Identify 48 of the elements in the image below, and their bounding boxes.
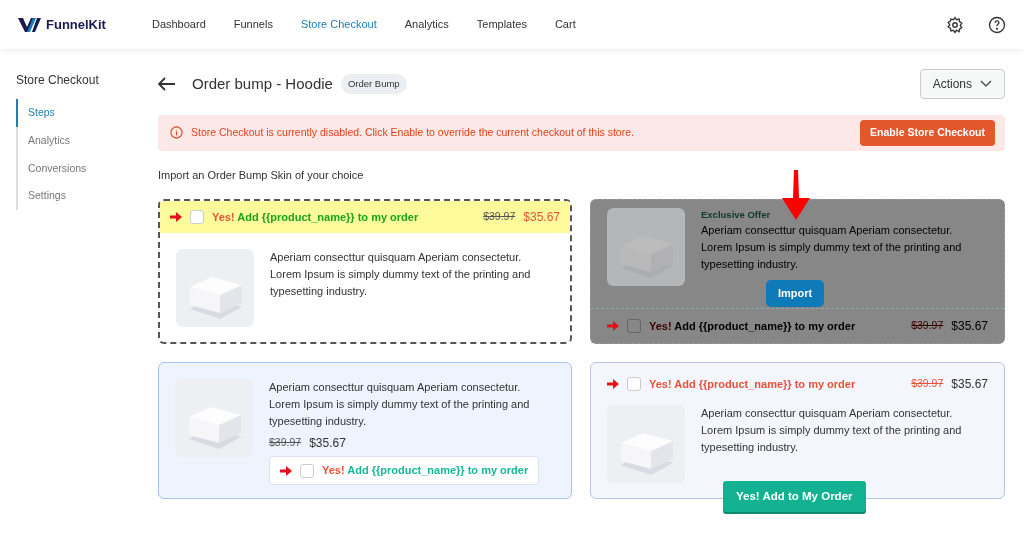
product-description: Aperiam consecttur quisquam Aperiam consectetur. Lorem Ipsum is simply dummy text of the printing and typesetting industry. — [269, 380, 531, 430]
import-button[interactable]: Import — [766, 280, 825, 307]
skin-card[interactable]: Exclusive Offer Aperiam consecttur quisquam Aperiam consectetur. Lorem Ipsum is simply dummy text of the printing and typesetting industry. Yes! Add {{product_name}} to my order $39.97 $35.67 Import — [590, 199, 1005, 345]
arrow-icon — [607, 321, 619, 332]
brand-name: FunnelKit — [46, 15, 106, 34]
back-arrow-icon[interactable] — [158, 77, 176, 91]
offer-headline: Yes! Add {{product_name}} to my order — [649, 377, 856, 392]
product-description: Aperiam consecttur quisquam Aperiam consectetur. Lorem Ipsum is simply dummy text of the printing and typesetting industry. — [270, 250, 532, 300]
logo-icon — [18, 16, 42, 33]
original-price: $39.97 — [911, 318, 944, 334]
checkbox[interactable] — [627, 319, 641, 334]
offer-label: Exclusive Offer — [701, 208, 772, 223]
arrow-icon — [607, 379, 619, 390]
original-price: $39.97 — [911, 376, 944, 392]
nav-link[interactable]: Store Checkout — [286, 16, 391, 33]
arrow-icon — [280, 465, 292, 476]
actions-dropdown[interactable]: Actions — [919, 69, 1005, 99]
help-icon[interactable] — [988, 15, 1006, 34]
sidebar-item[interactable]: Conversions — [16, 154, 158, 183]
nav-link[interactable]: Funnels — [219, 16, 287, 33]
alert-message: Store Checkout is currently disabled. Click Enable to override the current checkout of this store. — [191, 125, 634, 140]
page-title: Order bump - Hoodie — [192, 73, 333, 94]
original-price: $39.97 — [269, 435, 302, 451]
info-icon — [170, 126, 183, 140]
sidebar-title: Store Checkout — [16, 72, 100, 89]
nav-link[interactable]: Templates — [462, 16, 541, 33]
offer-headline: Yes! Add {{product_name}} to my order — [649, 319, 856, 334]
sale-price: $35.67 — [951, 318, 988, 336]
section-heading: Import an Order Bump Skin of your choice — [158, 167, 365, 183]
product-description: Aperiam consecttur quisquam Aperiam consectetur. Lorem Ipsum is simply dummy text of the printing and typesetting industry. — [701, 223, 963, 273]
enable-button[interactable]: Enable Store Checkout — [860, 120, 995, 146]
settings-icon[interactable] — [946, 15, 964, 34]
sale-price: $35.67 — [523, 209, 560, 227]
step-type-label: Order Bump — [340, 73, 407, 95]
original-price: $39.97 — [483, 209, 516, 225]
skin-card[interactable]: Aperiam consecttur quisquam Aperiam consectetur. Lorem Ipsum is simply dummy text of the printing and typesetting industry. $39.97 $35.67 Yes! Add {{product_name}} to my order — [158, 362, 572, 500]
sidebar-item[interactable]: Settings — [16, 182, 158, 210]
sale-price: $35.67 — [309, 435, 346, 453]
chevron-down-icon — [980, 80, 992, 88]
product-description: Aperiam consecttur quisquam Aperiam consectetur. Lorem Ipsum is simply dummy text of the printing and typesetting industry. — [701, 406, 963, 456]
sale-price: $35.67 — [951, 376, 988, 394]
nav-link[interactable]: Dashboard — [137, 16, 220, 33]
arrow-icon — [170, 212, 182, 223]
nav-link[interactable]: Analytics — [390, 16, 463, 33]
nav-link[interactable]: Cart — [540, 16, 590, 33]
skin-card[interactable]: Yes! Add {{product_name}} to my order $39.97 $35.67 Aperiam consecttur quisquam Aperiam consectetur. Lorem Ipsum is simply dummy text of the printing and typesetting industry. — [158, 199, 572, 345]
offer-headline: Yes! Add {{product_name}} to my order — [322, 463, 529, 479]
offer-headline: Yes! Add {{product_name}} to my order — [212, 210, 419, 225]
